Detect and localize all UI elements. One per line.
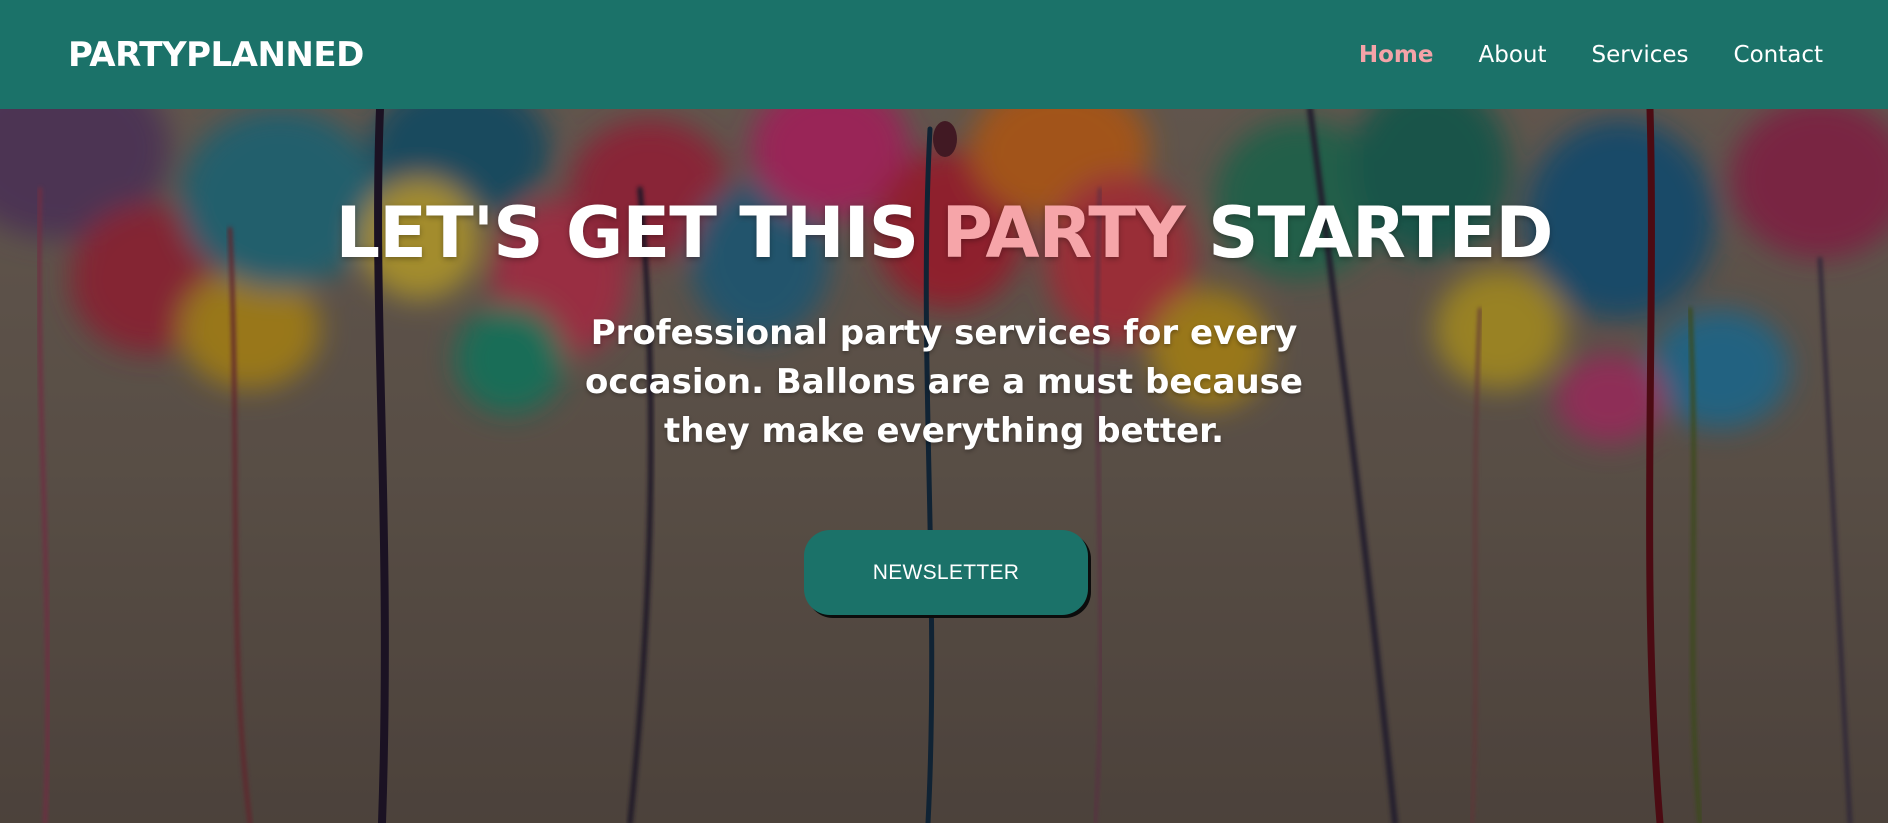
nav-link-home[interactable]: Home bbox=[1359, 42, 1434, 68]
newsletter-button[interactable]: NEWSLETTER bbox=[804, 530, 1088, 615]
headline-part2: STARTED bbox=[1208, 192, 1553, 274]
nav-item-home: Home bbox=[1359, 42, 1434, 68]
hero-headline: LET'S GET THIS PARTY STARTED bbox=[0, 192, 1888, 274]
nav-link-contact[interactable]: Contact bbox=[1734, 42, 1823, 68]
headline-accent: PARTY bbox=[941, 192, 1185, 274]
nav-item-services: Services bbox=[1592, 42, 1689, 68]
navbar: PARTYPLANNED Home About Services Contact bbox=[0, 0, 1888, 109]
hero-section: LET'S GET THIS PARTY STARTED Professiona… bbox=[0, 109, 1888, 823]
nav-item-about: About bbox=[1479, 42, 1547, 68]
brand-logo[interactable]: PARTYPLANNED bbox=[68, 35, 364, 75]
nav-links: Home About Services Contact bbox=[1359, 42, 1823, 68]
nav-link-services[interactable]: Services bbox=[1592, 42, 1689, 68]
nav-link-about[interactable]: About bbox=[1479, 42, 1547, 68]
hero-subtitle: Professional party services for every oc… bbox=[585, 313, 1303, 451]
headline-part1: LET'S GET THIS bbox=[335, 192, 920, 274]
nav-item-contact: Contact bbox=[1734, 42, 1823, 68]
